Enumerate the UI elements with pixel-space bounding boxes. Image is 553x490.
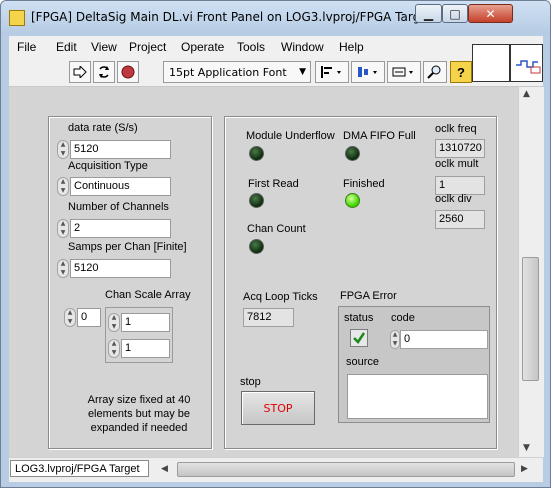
menu-view[interactable]: View [91, 40, 117, 54]
error-code-increment-icon[interactable]: ▲ ▼ [390, 330, 400, 349]
chan-count-label: Chan Count [247, 223, 306, 235]
module-underflow-led [249, 146, 264, 161]
error-source-field [347, 374, 488, 419]
window: [FPGA] DeltaSig Main DL.vi Front Panel o… [0, 0, 551, 488]
menu-project[interactable]: Project [129, 40, 166, 54]
window-title: [FPGA] DeltaSig Main DL.vi Front Panel o… [31, 10, 433, 24]
search-icon[interactable] [423, 61, 447, 83]
number-of-channels-label: Number of Channels [68, 201, 169, 213]
data-rate-increment-icon[interactable]: ▲ ▼ [57, 140, 69, 159]
align-objects-icon[interactable] [315, 61, 349, 83]
acquisition-type-select[interactable]: Continuous [70, 177, 171, 196]
oclk-div-label: oclk div [435, 193, 472, 205]
font-select[interactable]: 15pt Application Font ▼ [163, 61, 311, 83]
toolbar: 15pt Application Font ▼ ? [9, 44, 543, 87]
abort-execution-icon[interactable] [117, 61, 139, 83]
dma-fifo-full-led [345, 146, 360, 161]
scroll-down-arrow-icon[interactable]: ▼ [523, 443, 530, 453]
menu-help[interactable]: Help [339, 40, 364, 54]
number-of-channels-input[interactable]: 2 [70, 219, 171, 238]
scroll-up-arrow-icon[interactable]: ▲ [523, 89, 530, 99]
array-element-2-input[interactable]: 1 [121, 339, 170, 358]
menu-bar: File Edit View Project Operate Tools Win… [9, 36, 543, 58]
horizontal-scroll-thumb[interactable] [177, 462, 515, 477]
menu-file[interactable]: File [17, 40, 36, 54]
data-rate-label: data rate (S/s) [68, 122, 138, 134]
error-source-label: source [346, 356, 380, 368]
first-read-led [249, 193, 264, 208]
samps-per-chan-label: Samps per Chan [Finite] [68, 241, 187, 253]
array-size-note: Array size fixed at 40 elements but may … [87, 394, 191, 434]
scroll-left-arrow-icon[interactable]: ◀ [161, 464, 168, 474]
labview-app-icon [9, 10, 25, 26]
array-element-1-increment-icon[interactable]: ▲ ▼ [108, 313, 120, 332]
array-index-input[interactable]: 0 [77, 308, 101, 327]
number-of-channels-increment-icon[interactable]: ▲ ▼ [57, 219, 69, 238]
oclk-freq-indicator: 1310720 [435, 139, 485, 158]
data-rate-input[interactable]: 5120 [70, 140, 171, 159]
menu-operate[interactable]: Operate [181, 40, 224, 54]
close-button[interactable]: ✕ [468, 4, 513, 23]
menu-edit[interactable]: Edit [56, 40, 77, 54]
font-select-value: 15pt Application Font [169, 65, 287, 79]
chevron-down-icon: ▼ [299, 67, 306, 77]
connector-pane-icon[interactable] [510, 44, 543, 82]
samps-per-chan-increment-icon[interactable]: ▲ ▼ [57, 259, 69, 278]
resize-objects-icon[interactable] [387, 61, 421, 83]
acq-loop-ticks-indicator: 7812 [243, 308, 294, 327]
acquisition-type-increment-icon[interactable]: ▲ ▼ [57, 177, 69, 196]
vi-icon [472, 44, 510, 82]
maximize-button[interactable]: □ [442, 4, 468, 23]
chan-count-led [249, 239, 264, 254]
finished-label: Finished [343, 178, 385, 190]
front-panel: data rate (S/s) ▲ ▼ 5120 Acquisition Type… [9, 87, 518, 457]
fpga-error-label: FPGA Error [340, 290, 397, 302]
dma-fifo-full-label: DMA FIFO Full [343, 130, 416, 142]
samps-per-chan-input[interactable]: 5120 [70, 259, 171, 278]
array-element-1-input[interactable]: 1 [121, 313, 170, 332]
stop-button[interactable]: STOP [241, 391, 315, 425]
acq-loop-ticks-label: Acq Loop Ticks [243, 291, 318, 303]
run-arrow-icon[interactable] [69, 61, 91, 83]
oclk-div-indicator: 2560 [435, 210, 485, 229]
vertical-scrollbar[interactable]: ▲ ▼ [518, 87, 544, 457]
first-read-label: First Read [248, 178, 299, 190]
stop-label: stop [240, 376, 261, 388]
execution-target[interactable]: LOG3.lvproj/FPGA Target [10, 460, 149, 477]
distribute-objects-icon[interactable] [351, 61, 385, 83]
vertical-scroll-thumb[interactable] [522, 257, 539, 381]
run-continuously-icon[interactable] [93, 61, 115, 83]
array-index-increment-icon[interactable]: ▲ ▼ [64, 308, 76, 327]
error-code-field: 0 [400, 330, 488, 349]
oclk-mult-label: oclk mult [435, 158, 479, 170]
svg-text:?: ? [457, 65, 465, 79]
finished-led [345, 193, 360, 208]
menu-window[interactable]: Window [281, 40, 324, 54]
context-help-icon[interactable]: ? [450, 61, 472, 83]
error-status-checkmark-icon [350, 329, 368, 347]
oclk-freq-label: oclk freq [435, 123, 477, 135]
menu-tools[interactable]: Tools [237, 40, 265, 54]
acquisition-type-label: Acquisition Type [68, 160, 148, 172]
module-underflow-label: Module Underflow [246, 130, 335, 142]
chan-scale-array-label: Chan Scale Array [105, 289, 191, 301]
error-code-label: code [391, 312, 415, 324]
array-element-2-increment-icon[interactable]: ▲ ▼ [108, 339, 120, 358]
minimize-button[interactable]: ▁ [415, 4, 442, 23]
title-bar[interactable]: [FPGA] DeltaSig Main DL.vi Front Panel o… [1, 1, 550, 35]
error-status-label: status [344, 312, 374, 324]
scroll-right-arrow-icon[interactable]: ▶ [521, 464, 528, 474]
